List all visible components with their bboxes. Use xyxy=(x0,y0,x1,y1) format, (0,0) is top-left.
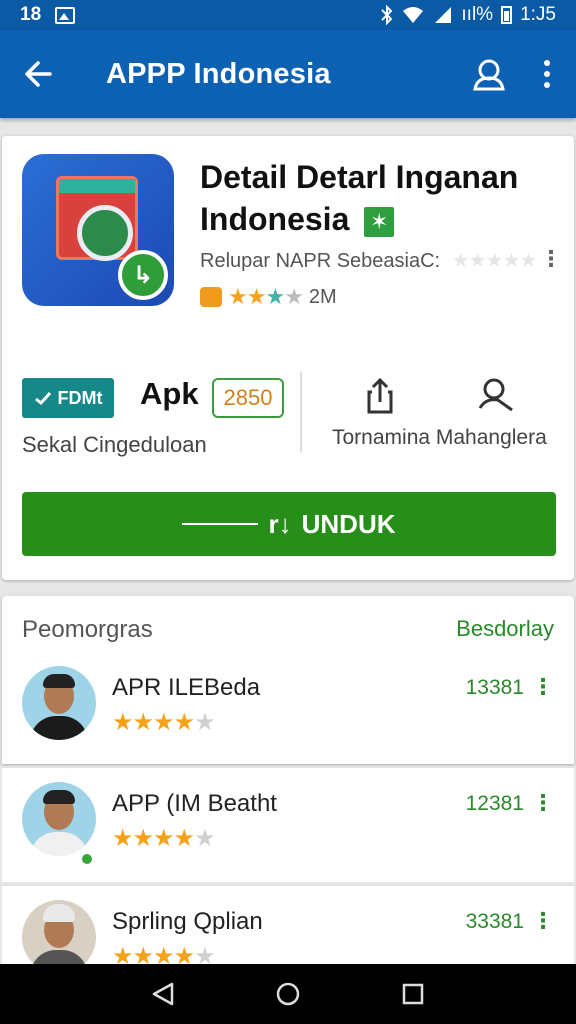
recents-nav-icon xyxy=(403,983,424,1005)
review-stars: ★★★★★ xyxy=(112,709,216,736)
app-icon: ↳ xyxy=(22,154,174,306)
review-more-button[interactable]: ⋮ xyxy=(532,908,554,934)
person-icon xyxy=(478,378,513,412)
review-more-button[interactable]: ⋮ xyxy=(532,790,554,816)
app-title-line1: Detail Detarl Inganan xyxy=(200,159,519,195)
avatar xyxy=(22,782,96,856)
type-badge: FDMt xyxy=(22,378,114,418)
overflow-menu-icon xyxy=(544,60,550,88)
avatar xyxy=(22,666,96,740)
avatar xyxy=(22,900,96,964)
app-bar-actions xyxy=(460,30,576,118)
check-arrow-icon xyxy=(34,391,51,405)
comments-title: Peomorgras xyxy=(22,616,153,643)
reviewer-name: APP (IM Beatht xyxy=(112,790,277,817)
review-count: 33381 xyxy=(465,910,524,933)
system-nav-bar xyxy=(0,964,576,1024)
count-badge: 2850 xyxy=(212,378,284,418)
wifi-icon xyxy=(403,7,424,23)
share-button[interactable] xyxy=(364,376,396,416)
app-title-line2: Indonesia xyxy=(200,201,350,237)
app-bar-title: APPP Indonesia xyxy=(106,57,331,90)
app-title: Detail Detarl Inganan Indonesia ✶ xyxy=(200,156,560,240)
app-details-card: ↳ Detail Detarl Inganan Indonesia ✶ Relu… xyxy=(2,136,574,580)
overflow-menu-button[interactable] xyxy=(518,30,576,118)
info-row: FDMt Apk 2850 Sekal Cingeduloan Tornamin… xyxy=(2,364,574,474)
battery-icon xyxy=(501,6,513,24)
person-button[interactable] xyxy=(476,376,516,416)
rating-row: ★★★★ 2M xyxy=(200,284,337,310)
app-icon-window-shape xyxy=(56,176,138,261)
publisher-name[interactable]: Relupar NAPR SebeasiaC: ★★★★★ xyxy=(200,248,540,273)
back-button[interactable] xyxy=(0,30,76,118)
status-right: ııl% 1:J5 xyxy=(381,4,556,26)
back-nav-icon xyxy=(152,982,173,1006)
list-item[interactable]: APR ILEBeda ★★★★★ 13381 ⋮ xyxy=(2,652,574,764)
home-nav-icon xyxy=(276,982,300,1006)
home-nav-button[interactable] xyxy=(268,974,308,1014)
rating-count: 2M xyxy=(308,285,337,308)
bluetooth-icon xyxy=(381,5,393,25)
image-notification-icon xyxy=(55,6,76,24)
publisher-stars: ★★★★★ xyxy=(451,250,538,272)
account-button[interactable] xyxy=(460,30,518,118)
publisher-label: Relupar NAPR SebeasiaC: xyxy=(200,250,441,272)
download-button[interactable]: r↓ UNDUK xyxy=(22,492,556,556)
verified-badge-icon: ✶ xyxy=(364,206,395,237)
list-item[interactable]: APP (IM Beatht ★★★★★ 12381 ⋮ xyxy=(2,766,574,882)
comments-more-link[interactable]: Besdorlay xyxy=(456,616,554,642)
review-more-button[interactable]: ⋮ xyxy=(532,674,554,700)
review-stars: ★★★★★ xyxy=(112,943,216,964)
info-divider xyxy=(300,372,302,452)
app-bar: APPP Indonesia xyxy=(0,30,576,118)
apk-label: Apk xyxy=(140,376,199,411)
status-time: 1:J5 xyxy=(520,4,556,25)
review-count: 12381 xyxy=(465,792,524,815)
app-icon-badge: ↳ xyxy=(118,250,168,300)
back-arrow-icon xyxy=(25,61,52,87)
back-nav-button[interactable] xyxy=(143,974,183,1014)
share-icon xyxy=(367,377,393,414)
list-item[interactable]: Sprling Qplian ★★★★★ 33381 ⋮ xyxy=(2,884,574,964)
status-bar: 18 ııl% 1:J5 xyxy=(0,0,576,30)
online-status-dot xyxy=(80,852,94,866)
rating-stars: ★★★★ xyxy=(228,284,304,309)
signal-icon xyxy=(435,7,452,23)
download-label: UNDUK xyxy=(301,508,396,539)
download-icon: r↓ xyxy=(268,508,292,539)
account-icon xyxy=(473,59,505,91)
publisher-more-button[interactable]: ⋮ xyxy=(540,246,562,272)
signal-percent: ııl% xyxy=(461,4,494,25)
size-label: Sekal Cingeduloan xyxy=(22,432,207,457)
status-left-time: 18 xyxy=(20,4,42,25)
review-stars: ★★★★★ xyxy=(112,825,216,852)
reviewer-name: Sprling Qplian xyxy=(112,908,263,935)
rating-badge-icon xyxy=(200,287,222,307)
share-label: Tornamina Mahanglera xyxy=(332,426,547,449)
reviewer-name: APR ILEBeda xyxy=(112,674,261,701)
recents-nav-button[interactable] xyxy=(393,974,433,1014)
review-count: 13381 xyxy=(465,676,524,699)
